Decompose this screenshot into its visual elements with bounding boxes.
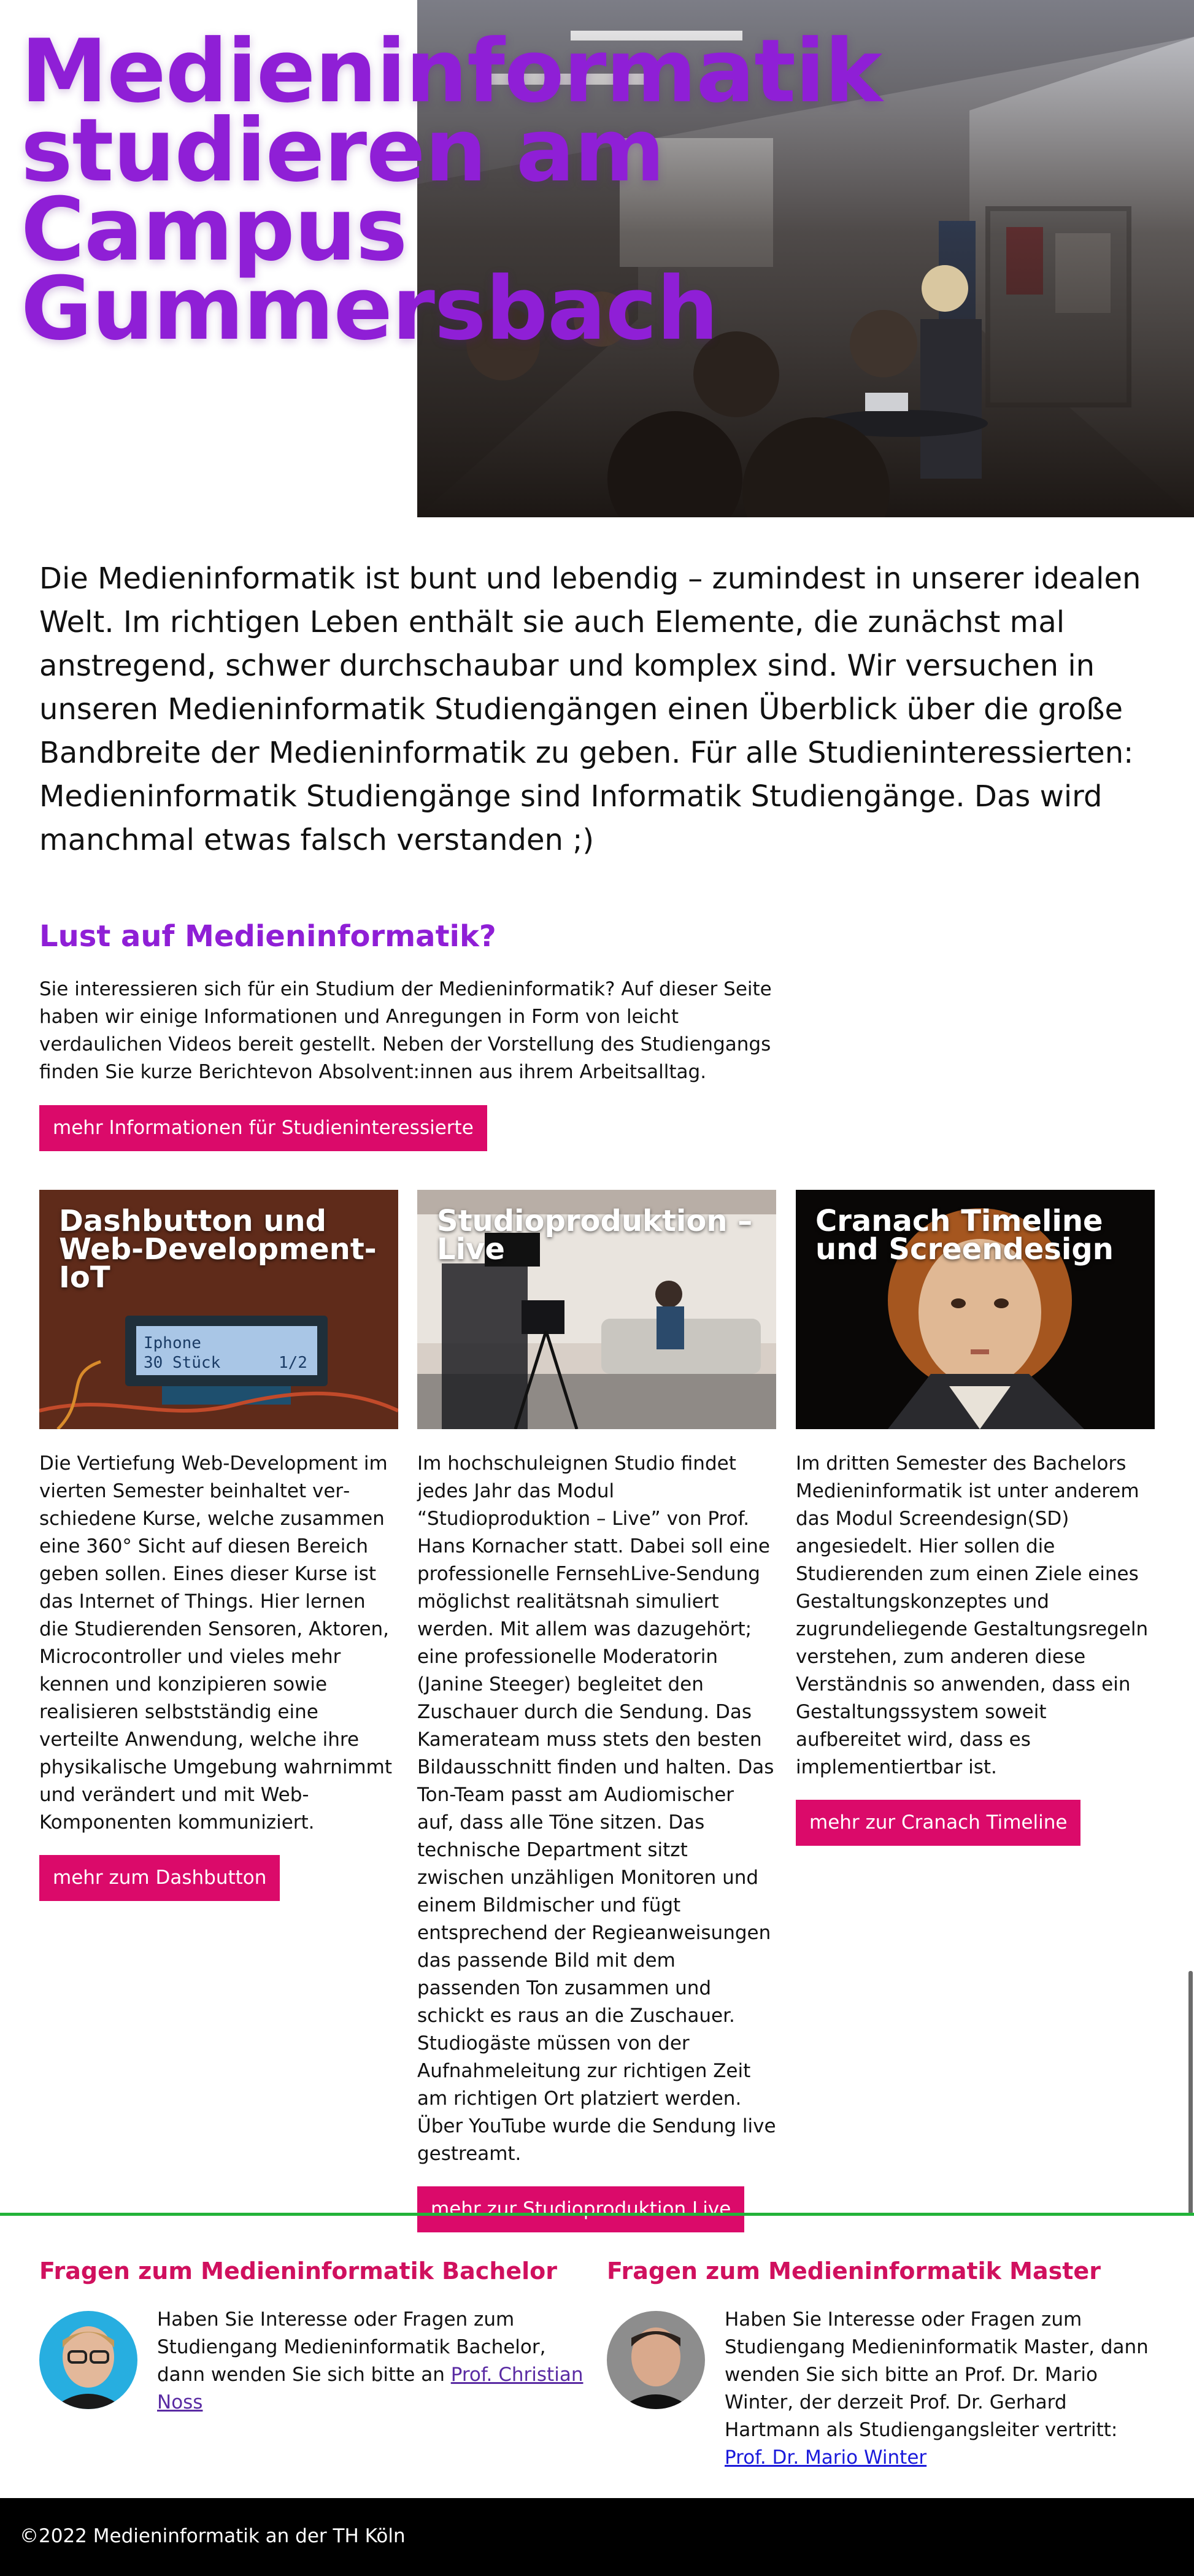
footer: ©2022 Medieninformatik an der TH Köln bbox=[0, 2498, 1194, 2576]
contact-bachelor: Fragen zum Medieninformatik Bachelor Hab… bbox=[39, 2256, 591, 2416]
lcd-line-2: 30 Stück bbox=[144, 1354, 221, 1372]
card-title-cranach: Cranach Timeline und Screendesign bbox=[815, 1204, 1114, 1267]
contact-heading-master: Fragen zum Medieninformatik Master bbox=[607, 2258, 1101, 2285]
section-divider bbox=[0, 2213, 1194, 2216]
cranach-button[interactable]: mehr zur Cranach Timeline bbox=[796, 1800, 1081, 1846]
lcd-line-1: Iphone bbox=[144, 1334, 201, 1352]
scrollbar-thumb[interactable] bbox=[1188, 1971, 1193, 2214]
card-image-studio: Studioproduktion – Live bbox=[417, 1190, 776, 1429]
contact-heading-bachelor: Fragen zum Medieninformatik Bachelor bbox=[39, 2258, 558, 2285]
card-text-dashbutton: Die Vertiefung Web-Development im vierte… bbox=[39, 1452, 392, 1834]
lcd-page: 1/2 bbox=[279, 1354, 307, 1372]
card-text-studio: Im hochschuleignen Studio findet jedes J… bbox=[417, 1452, 776, 2165]
page-title: Medieninformatik studieren am Campus Gum… bbox=[21, 21, 882, 360]
card-image-cranach: Cranach Timeline und Screendesign bbox=[796, 1190, 1155, 1429]
contact-text-master: Haben Sie Interesse oder Fragen zum Stud… bbox=[725, 2306, 1159, 2472]
card-studio: Studioproduktion – Live Im hochschuleign… bbox=[417, 1190, 776, 2232]
studio-button[interactable]: mehr zur Studioproduktion Live bbox=[417, 2186, 745, 2232]
lust-paragraph: Sie interessieren sich für ein Studium d… bbox=[39, 978, 772, 1083]
card-title-dashbutton: Dashbutton und Web-Development-IoT bbox=[59, 1204, 377, 1295]
lust-heading: Lust auf Medieninformatik? bbox=[39, 919, 496, 954]
avatar-bachelor bbox=[39, 2311, 137, 2409]
card-title-studio: Studioproduktion – Live bbox=[437, 1204, 753, 1267]
contact-body-master: Haben Sie Interesse oder Fragen zum Stud… bbox=[725, 2308, 1149, 2441]
dashbutton-button[interactable]: mehr zum Dashbutton bbox=[39, 1855, 280, 1901]
intro-paragraph: Die Medieninformatik ist bunt und lebend… bbox=[39, 561, 1141, 857]
footer-copyright: ©2022 Medieninformatik an der TH Köln bbox=[20, 2525, 406, 2547]
avatar-master bbox=[607, 2311, 705, 2409]
avatar-master-graphic bbox=[607, 2311, 705, 2409]
contact-master: Fragen zum Medieninformatik Master Haben… bbox=[607, 2256, 1159, 2472]
hero-section: Medieninformatik studieren am Campus Gum… bbox=[0, 0, 1194, 517]
avatar-bachelor-graphic bbox=[39, 2311, 137, 2409]
contact-text-bachelor: Haben Sie Interesse oder Fragen zum Stud… bbox=[157, 2306, 591, 2416]
card-cranach: Cranach Timeline und Screendesign Im dri… bbox=[796, 1190, 1155, 1846]
card-text-cranach: Im dritten Semester des Bachelors Medien… bbox=[796, 1452, 1149, 1778]
card-image-dashbutton: Iphone 30 Stück 1/2 Dashbutton und Web-D… bbox=[39, 1190, 398, 1429]
more-info-button[interactable]: mehr Informationen für Studieninteressie… bbox=[39, 1105, 487, 1151]
card-dashbutton: Iphone 30 Stück 1/2 Dashbutton und Web-D… bbox=[39, 1190, 398, 1901]
link-mario-winter[interactable]: Prof. Dr. Mario Winter bbox=[725, 2447, 926, 2469]
